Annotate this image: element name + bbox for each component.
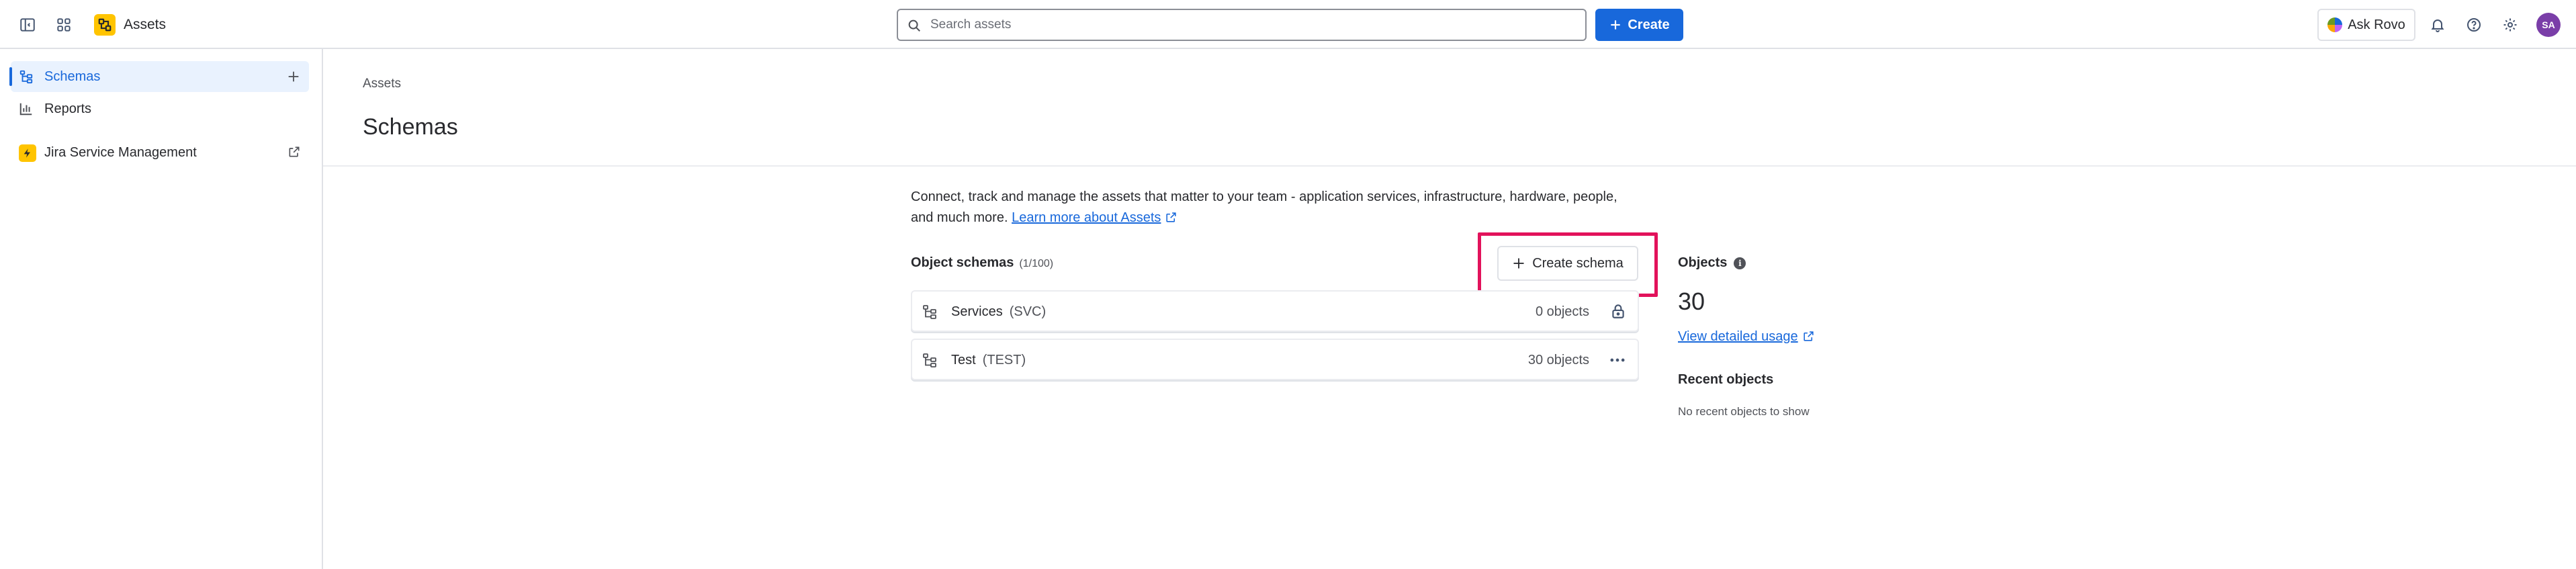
schema-key: (TEST) <box>982 353 1026 367</box>
search-icon <box>907 18 922 33</box>
app-title[interactable]: Assets <box>124 17 166 33</box>
jsm-logo-icon <box>19 144 36 162</box>
page-title: Schemas <box>363 114 458 140</box>
sidebar: Schemas Reports Jira Service Management <box>0 49 323 569</box>
search-box[interactable] <box>897 9 1587 41</box>
sidebar-item-label: Jira Service Management <box>44 144 197 160</box>
settings-gear-icon[interactable] <box>2500 15 2520 35</box>
sidebar-item-label: Schemas <box>44 69 101 84</box>
sidebar-item-jira-service-management[interactable]: Jira Service Management <box>11 137 309 168</box>
objects-title: Objects <box>1678 255 1728 270</box>
notifications-bell-icon[interactable] <box>2428 15 2448 35</box>
external-link-icon <box>1165 211 1178 224</box>
lock-icon[interactable] <box>1609 302 1627 320</box>
create-schema-button[interactable]: Create schema <box>1497 246 1638 281</box>
create-button[interactable]: Create <box>1595 9 1683 41</box>
learn-more-link[interactable]: Learn more about Assets <box>1012 210 1161 225</box>
plus-icon <box>1512 257 1525 270</box>
rovo-icon <box>2327 17 2343 32</box>
schema-icon <box>922 352 938 368</box>
create-button-label: Create <box>1628 17 1670 32</box>
view-detailed-usage-link[interactable]: View detailed usage <box>1678 329 1815 345</box>
sidebar-item-reports[interactable]: Reports <box>11 93 309 124</box>
search-input[interactable] <box>930 10 1575 40</box>
external-link-icon <box>287 145 301 159</box>
object-schemas-label: Object schemas <box>911 255 1014 270</box>
user-avatar[interactable]: SA <box>2536 13 2561 37</box>
object-schemas-heading: Object schemas (1/100) <box>911 255 1053 271</box>
schema-icon <box>922 304 938 320</box>
add-schema-plus-icon[interactable] <box>286 69 301 84</box>
assets-logo-icon[interactable] <box>94 14 116 36</box>
schema-name-text: Test <box>951 353 976 367</box>
help-icon[interactable] <box>2464 15 2484 35</box>
breadcrumb[interactable]: Assets <box>363 77 401 91</box>
page-description: Connect, track and manage the assets tha… <box>911 187 1630 228</box>
schema-row-services[interactable]: Services (SVC) 0 objects <box>911 290 1639 332</box>
ask-rovo-label: Ask Rovo <box>2348 17 2405 32</box>
schema-key: (SVC) <box>1009 304 1047 319</box>
external-link-icon <box>1802 330 1815 343</box>
app-switcher-icon[interactable] <box>54 15 74 35</box>
plus-icon <box>1609 18 1622 32</box>
more-icon[interactable] <box>1608 351 1627 369</box>
schema-name[interactable]: Services (SVC) <box>951 304 1046 320</box>
ask-rovo-button[interactable]: Ask Rovo <box>2317 9 2415 41</box>
objects-count: 30 <box>1678 288 1705 315</box>
recent-objects-heading: Recent objects <box>1678 372 1774 387</box>
header-divider <box>323 165 2576 167</box>
object-schemas-count: (1/100) <box>1019 258 1054 269</box>
chart-icon <box>19 101 34 116</box>
sidebar-item-schemas[interactable]: Schemas <box>9 61 309 92</box>
info-icon[interactable]: i <box>1734 257 1746 269</box>
schema-row-test[interactable]: Test (TEST) 30 objects <box>911 339 1639 380</box>
usage-link-text: View detailed usage <box>1678 329 1798 344</box>
objects-heading: Objects i <box>1678 255 1746 271</box>
schema-object-count: 30 objects <box>1527 353 1589 367</box>
sidebar-toggle-icon[interactable] <box>17 15 38 35</box>
schema-name-text: Services <box>951 304 1003 319</box>
sidebar-item-label: Reports <box>44 101 92 116</box>
schema-icon <box>19 69 34 84</box>
schema-name[interactable]: Test (TEST) <box>951 353 1026 368</box>
recent-objects-empty-state: No recent objects to show <box>1678 405 1810 418</box>
top-navigation-bar: Assets Create Ask Rovo SA <box>0 0 2576 49</box>
create-schema-label: Create schema <box>1532 255 1624 271</box>
schema-object-count: 0 objects <box>1535 304 1589 319</box>
